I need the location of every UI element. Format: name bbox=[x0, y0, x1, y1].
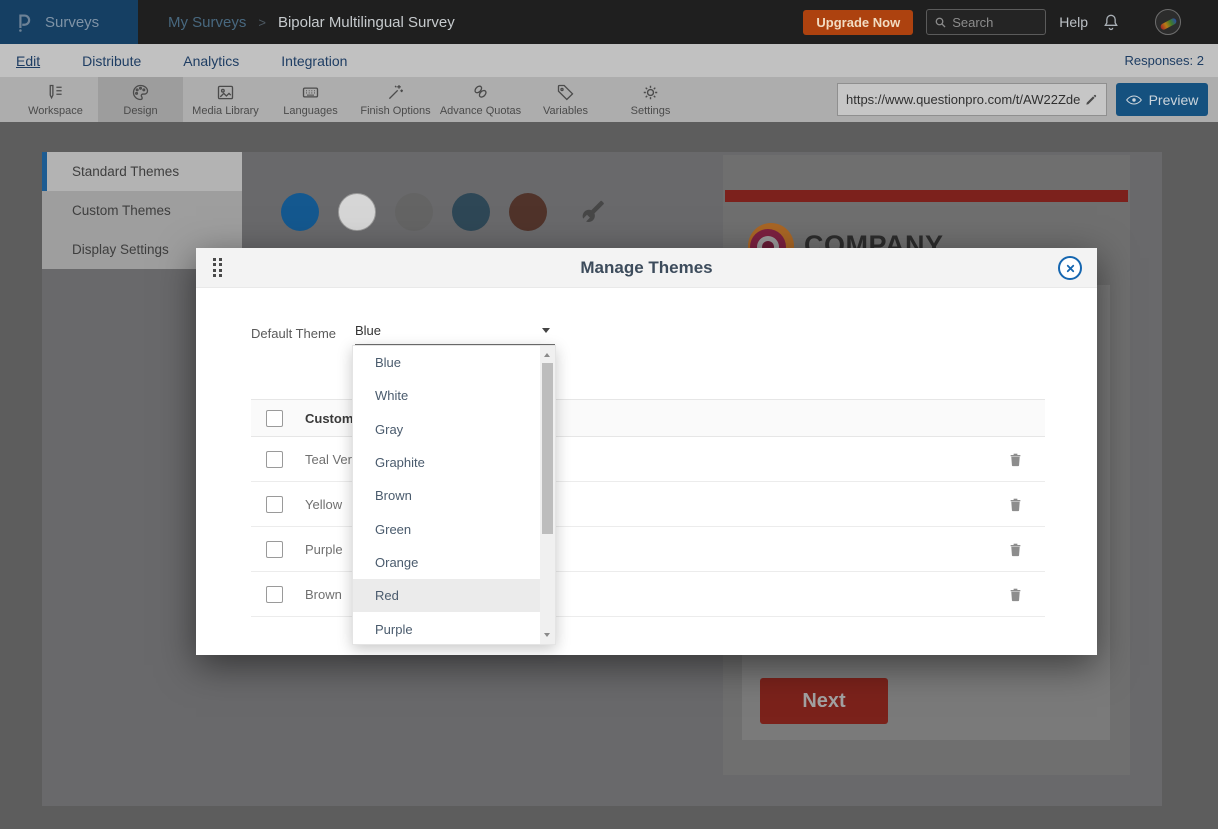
toolbar-item-label: Settings bbox=[631, 105, 671, 117]
toolbar-item-label: Finish Options bbox=[360, 105, 430, 117]
row-checkbox[interactable] bbox=[266, 541, 283, 558]
palette-icon bbox=[130, 82, 151, 103]
next-button[interactable]: Next bbox=[760, 678, 888, 724]
theme-dropdown-list: BlueWhiteGrayGraphiteBrownGreenOrangeRed… bbox=[352, 345, 556, 645]
row-checkbox[interactable] bbox=[266, 496, 283, 513]
modal-header: Manage Themes bbox=[196, 248, 1097, 288]
delete-trash-icon[interactable] bbox=[1008, 452, 1023, 467]
search-box[interactable] bbox=[926, 9, 1046, 35]
customize-wrench-icon[interactable] bbox=[578, 199, 605, 226]
scroll-down-icon[interactable] bbox=[544, 633, 550, 637]
tab-integration[interactable]: Integration bbox=[260, 53, 368, 69]
theme-swatch-2[interactable] bbox=[395, 193, 433, 231]
delete-trash-icon[interactable] bbox=[1008, 587, 1023, 602]
top-bar: Surveys My Surveys > Bipolar Multilingua… bbox=[0, 0, 1218, 44]
toolbar-item-label: Workspace bbox=[28, 105, 83, 117]
toolbar-item-label: Variables bbox=[543, 105, 588, 117]
responses-count[interactable]: Responses: 2 bbox=[1125, 53, 1218, 68]
toolbar-item-workspace[interactable]: Workspace bbox=[13, 77, 98, 122]
nav-tabs: EditDistributeAnalyticsIntegration bbox=[0, 53, 368, 69]
dropdown-option-blue[interactable]: Blue bbox=[353, 346, 555, 379]
wand-icon bbox=[385, 82, 406, 103]
row-checkbox[interactable] bbox=[266, 586, 283, 603]
upgrade-now-button[interactable]: Upgrade Now bbox=[803, 10, 913, 35]
toolbar-item-advance-quotas[interactable]: Advance Quotas bbox=[438, 77, 523, 122]
theme-name: Purple bbox=[305, 542, 343, 557]
toolbar-item-languages[interactable]: Languages bbox=[268, 77, 353, 122]
keyboard-icon bbox=[300, 82, 321, 103]
avatar[interactable] bbox=[1155, 9, 1181, 35]
theme-swatch-0[interactable] bbox=[281, 193, 319, 231]
survey-nav-bar: EditDistributeAnalyticsIntegration Respo… bbox=[0, 44, 1218, 77]
scrollbar-thumb[interactable] bbox=[542, 363, 553, 534]
help-link[interactable]: Help bbox=[1059, 14, 1088, 30]
eye-icon bbox=[1126, 94, 1142, 106]
sidebar-item-custom-themes[interactable]: Custom Themes bbox=[42, 191, 242, 230]
notifications-bell-icon[interactable] bbox=[1101, 12, 1121, 32]
product-name: Surveys bbox=[45, 14, 99, 31]
gear-icon bbox=[640, 82, 661, 103]
close-icon[interactable] bbox=[1058, 256, 1082, 280]
theme-name: Yellow bbox=[305, 497, 342, 512]
dropdown-option-green[interactable]: Green bbox=[353, 512, 555, 545]
search-icon bbox=[934, 16, 947, 29]
preview-label: Preview bbox=[1149, 92, 1199, 108]
search-input[interactable] bbox=[952, 15, 1032, 30]
preview-theme-bar bbox=[725, 190, 1128, 202]
theme-swatch-3[interactable] bbox=[452, 193, 490, 231]
theme-name: Brown bbox=[305, 587, 342, 602]
breadcrumb-current: Bipolar Multilingual Survey bbox=[278, 14, 455, 31]
toolbar-item-settings[interactable]: Settings bbox=[608, 77, 693, 122]
delete-trash-icon[interactable] bbox=[1008, 542, 1023, 557]
dropdown-option-purple[interactable]: Purple bbox=[353, 612, 555, 645]
toolbar-item-label: Design bbox=[123, 105, 157, 117]
dropdown-option-brown[interactable]: Brown bbox=[353, 479, 555, 512]
theme-swatches bbox=[281, 193, 605, 231]
questionpro-logo-icon bbox=[14, 11, 36, 33]
scroll-up-icon[interactable] bbox=[544, 353, 550, 357]
tab-edit[interactable]: Edit bbox=[0, 53, 61, 69]
image-icon bbox=[215, 82, 236, 103]
tab-distribute[interactable]: Distribute bbox=[61, 53, 162, 69]
select-all-checkbox[interactable] bbox=[266, 410, 283, 427]
toolbar-item-design[interactable]: Design bbox=[98, 77, 183, 122]
breadcrumb-parent-link[interactable]: My Surveys bbox=[168, 14, 246, 31]
preview-button[interactable]: Preview bbox=[1116, 83, 1208, 116]
breadcrumb: My Surveys > Bipolar Multilingual Survey bbox=[168, 14, 455, 31]
dropdown-option-white[interactable]: White bbox=[353, 379, 555, 412]
row-checkbox[interactable] bbox=[266, 451, 283, 468]
manage-themes-modal: Manage Themes Default Theme Blue Custom … bbox=[196, 248, 1097, 655]
toolbar-item-finish-options[interactable]: Finish Options bbox=[353, 77, 438, 122]
dropdown-option-red[interactable]: Red bbox=[353, 579, 555, 612]
dropdown-option-orange[interactable]: Orange bbox=[353, 546, 555, 579]
toolbar-item-label: Media Library bbox=[192, 105, 259, 117]
toolbar-item-media-library[interactable]: Media Library bbox=[183, 77, 268, 122]
toolbar-item-variables[interactable]: Variables bbox=[523, 77, 608, 122]
edit-url-pencil-icon[interactable] bbox=[1084, 93, 1098, 107]
survey-url-box[interactable] bbox=[837, 83, 1107, 116]
dropdown-scrollbar[interactable] bbox=[540, 346, 555, 644]
dropdown-option-graphite[interactable]: Graphite bbox=[353, 446, 555, 479]
edit-toolbar: Workspace Design Media Library Languages Fin… bbox=[0, 77, 1218, 122]
delete-trash-icon[interactable] bbox=[1008, 497, 1023, 512]
drag-handle-icon[interactable] bbox=[213, 258, 222, 278]
default-theme-value: Blue bbox=[355, 323, 381, 338]
sidebar-item-standard-themes[interactable]: Standard Themes bbox=[42, 152, 242, 191]
modal-title: Manage Themes bbox=[196, 258, 1097, 278]
select-caret-icon bbox=[542, 328, 550, 333]
survey-url-input[interactable] bbox=[846, 92, 1084, 107]
toolbar-item-label: Advance Quotas bbox=[440, 105, 521, 117]
default-theme-select[interactable]: Blue bbox=[355, 316, 555, 345]
toolbar-item-label: Languages bbox=[283, 105, 337, 117]
workspace-icon bbox=[45, 82, 66, 103]
default-theme-label: Default Theme bbox=[251, 326, 336, 341]
link-icon bbox=[470, 82, 491, 103]
tag-icon bbox=[555, 82, 576, 103]
product-switcher[interactable]: Surveys bbox=[0, 0, 138, 44]
dropdown-option-gray[interactable]: Gray bbox=[353, 413, 555, 446]
breadcrumb-separator: > bbox=[258, 15, 266, 30]
theme-swatch-4[interactable] bbox=[509, 193, 547, 231]
tab-analytics[interactable]: Analytics bbox=[162, 53, 260, 69]
theme-swatch-1[interactable] bbox=[338, 193, 376, 231]
